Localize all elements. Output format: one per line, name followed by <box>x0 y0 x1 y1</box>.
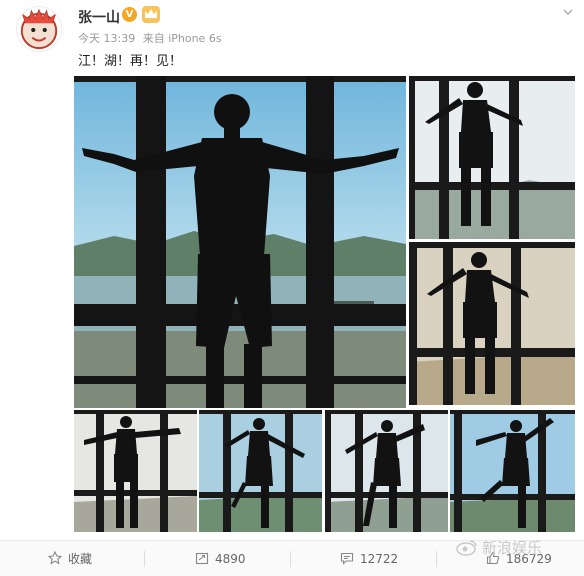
photo-5[interactable] <box>199 410 322 532</box>
verified-badge-icon: V <box>122 7 137 22</box>
post-meta: 今天 13:39 来自 iPhone 6s <box>78 30 226 46</box>
repost-count: 4890 <box>215 552 246 566</box>
avatar[interactable] <box>16 6 62 52</box>
repost-button[interactable]: 4890 <box>195 550 246 568</box>
favorite-label: 收藏 <box>68 552 93 566</box>
photo-1[interactable] <box>74 76 406 408</box>
divider <box>144 551 145 567</box>
comment-count: 12722 <box>360 552 399 566</box>
divider <box>436 551 437 567</box>
watermark: 新浪娱乐 <box>456 537 542 558</box>
post-source: 来自 iPhone 6s <box>142 32 222 45</box>
star-icon <box>48 551 62 565</box>
post-text: 江！湖！再！见！ <box>78 54 183 69</box>
repost-icon <box>195 552 209 565</box>
comment-button[interactable]: 12722 <box>340 550 398 568</box>
photo-3[interactable] <box>409 242 575 405</box>
post-timestamp[interactable]: 今天 13:39 <box>78 32 135 45</box>
photo-2[interactable] <box>409 76 575 239</box>
favorite-button[interactable]: 收藏 <box>48 550 92 568</box>
divider <box>290 551 291 567</box>
photo-7[interactable] <box>450 410 575 532</box>
photo-4[interactable] <box>74 410 197 532</box>
sina-logo-icon <box>456 540 477 556</box>
monkey-avatar-icon <box>20 8 58 50</box>
username[interactable]: 张一山 <box>78 7 120 27</box>
chevron-down-icon[interactable] <box>562 6 574 21</box>
watermark-text: 新浪娱乐 <box>482 539 543 557</box>
photo-6[interactable] <box>325 410 448 532</box>
member-crown-icon <box>142 6 160 23</box>
comment-icon <box>340 552 354 565</box>
